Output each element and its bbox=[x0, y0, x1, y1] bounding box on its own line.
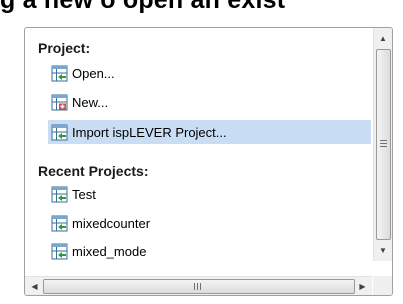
import-project-label: Import ispLEVER Project... bbox=[72, 124, 227, 140]
new-project-label: New... bbox=[72, 94, 109, 110]
horizontal-scroll-thumb[interactable] bbox=[43, 279, 355, 294]
horizontal-scrollbar[interactable]: ◀ ▶ bbox=[25, 276, 372, 295]
project-panel: Project: Open... New... Import ispLEVER … bbox=[24, 27, 393, 296]
open-project-icon bbox=[51, 65, 68, 81]
project-icon bbox=[51, 243, 68, 259]
project-icon bbox=[51, 186, 68, 202]
scroll-up-button[interactable]: ▲ bbox=[374, 30, 392, 47]
scroll-left-button[interactable]: ◀ bbox=[26, 277, 43, 295]
scrollbar-corner bbox=[373, 276, 392, 295]
project-section-title: Project: bbox=[38, 40, 91, 56]
recent-project-label: mixed_mode bbox=[72, 243, 147, 259]
vertical-scrollbar[interactable]: ▲ ▼ bbox=[373, 28, 392, 261]
vertical-scroll-thumb[interactable] bbox=[376, 49, 391, 240]
heading-text: g a new o open an exist bbox=[0, 0, 286, 14]
import-project-icon bbox=[51, 124, 68, 140]
scroll-right-button[interactable]: ▶ bbox=[354, 277, 371, 295]
new-project-icon bbox=[51, 94, 68, 110]
import-project-item[interactable]: Import ispLEVER Project... bbox=[48, 120, 371, 144]
project-icon bbox=[51, 215, 68, 231]
recent-project-item[interactable]: mixed_mode bbox=[51, 240, 371, 262]
open-project-item[interactable]: Open... bbox=[51, 62, 371, 84]
grip-icon bbox=[194, 283, 201, 290]
recent-project-item[interactable]: Test bbox=[51, 183, 371, 205]
scroll-down-button[interactable]: ▼ bbox=[374, 242, 392, 259]
open-project-label: Open... bbox=[72, 65, 115, 81]
grip-icon bbox=[380, 140, 387, 147]
recent-project-label: mixedcounter bbox=[72, 215, 151, 231]
recent-project-item[interactable]: mixedcounter bbox=[51, 212, 371, 234]
panel-content: Project: Open... New... Import ispLEVER … bbox=[25, 28, 372, 261]
recent-projects-title: Recent Projects: bbox=[38, 163, 149, 179]
new-project-item[interactable]: New... bbox=[51, 91, 371, 113]
recent-project-label: Test bbox=[72, 186, 96, 202]
